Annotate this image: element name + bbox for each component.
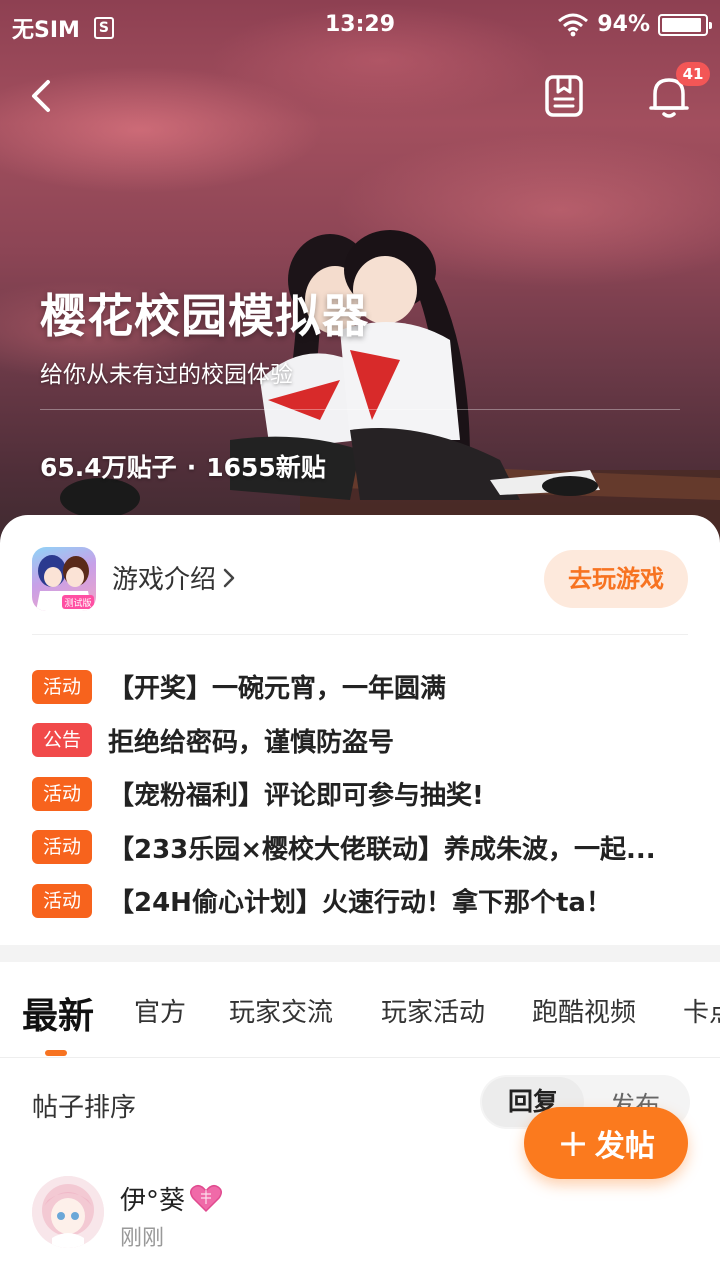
post-username: 伊°葵 <box>120 1186 186 1216</box>
chevron-right-icon <box>223 568 235 587</box>
avatar-image <box>32 1176 104 1248</box>
game-icon-badge: 测试版 <box>64 597 91 609</box>
notification-badge: 41 <box>676 62 710 86</box>
notice-title: 【24H偷心计划】火速行动！拿下那个ta！ <box>108 888 612 919</box>
tab-2[interactable]: 玩家交流 <box>229 992 333 1029</box>
notice-item[interactable]: 活动 【24H偷心计划】火速行动！拿下那个ta！ <box>32 874 682 928</box>
tab-5[interactable]: 卡点 <box>683 992 720 1029</box>
game-intro-link[interactable]: 游戏介绍 <box>112 559 236 596</box>
avatar[interactable] <box>32 1176 104 1248</box>
hero-divider <box>40 409 680 410</box>
post-time: 刚刚 <box>120 1226 165 1251</box>
card-divider <box>32 634 688 635</box>
stats-separator: · <box>186 453 197 482</box>
game-icon[interactable]: 测试版 <box>32 547 96 611</box>
tab-3[interactable]: 玩家活动 <box>381 992 485 1029</box>
plus-icon: + <box>557 1121 589 1165</box>
notice-item[interactable]: 公告 拒绝给密码，谨慎防盗号 <box>32 714 682 768</box>
tab-latest[interactable]: 最新 <box>22 987 94 1039</box>
archive-icon[interactable] <box>542 72 586 120</box>
new-post-button[interactable]: + 发帖 <box>524 1107 688 1179</box>
battery-percent: 94% <box>597 12 650 37</box>
new-posts-count: 1655新贴 <box>206 453 326 482</box>
activity-tag: 活动 <box>32 830 92 865</box>
posts-count: 65.4万贴子 <box>40 453 177 482</box>
sort-label: 帖子排序 <box>32 1093 137 1123</box>
notice-title: 【宠粉福利】评论即可参与抽奖! <box>108 781 484 812</box>
active-tab-indicator <box>45 1050 67 1056</box>
post-author[interactable]: 伊°葵 <box>120 1180 223 1217</box>
notice-item[interactable]: 活动 【233乐园×樱校大佬联动】养成朱波，一起... <box>32 821 682 875</box>
section-separator <box>0 945 720 962</box>
game-icon-art: 测试版 <box>36 555 94 611</box>
status-right: 94% <box>557 12 712 37</box>
wifi-icon <box>558 13 589 36</box>
activity-tag: 活动 <box>32 776 92 811</box>
notice-item[interactable]: 活动 【开奖】一碗元宵，一年圆满 <box>32 660 682 714</box>
announcement-tag: 公告 <box>32 723 92 758</box>
notice-list: 活动 【开奖】一碗元宵，一年圆满 公告 拒绝给密码，谨慎防盗号 活动 【宠粉福利】评论即可… <box>32 660 682 928</box>
notice-title: 【开奖】一碗元宵，一年圆满 <box>108 674 447 705</box>
tab-1[interactable]: 官方 <box>134 992 186 1029</box>
status-bar: 无SIM S 13:29 94% <box>0 0 720 50</box>
notice-item[interactable]: 活动 【宠粉福利】评论即可参与抽奖! <box>32 767 682 821</box>
forum-title: 樱花校园模拟器 <box>40 289 369 343</box>
category-tabs: 最新 官方 玩家交流 玩家活动 跑酷视频 卡点 <box>0 962 720 1058</box>
activity-tag: 活动 <box>32 669 92 704</box>
notice-title: 【233乐园×樱校大佬联动】养成朱波，一起... <box>108 834 656 865</box>
notice-title: 拒绝给密码，谨慎防盗号 <box>108 727 395 758</box>
battery-icon <box>658 13 712 36</box>
forum-stats: 65.4万贴子 · 1655新贴 <box>40 448 326 484</box>
new-post-label: 发帖 <box>594 1129 655 1164</box>
game-intro-label: 游戏介绍 <box>112 565 217 595</box>
battery-fill <box>662 17 702 32</box>
forum-info-card: 测试版 游戏介绍 去玩游戏 活动 【开奖】一碗元宵，一年圆满 公告 拒绝给密码，谨慎防… <box>0 515 720 945</box>
play-game-button[interactable]: 去玩游戏 <box>544 550 688 608</box>
forum-subtitle: 给你从未有过的校园体验 <box>40 362 293 388</box>
tab-4[interactable]: 跑酷视频 <box>532 992 636 1029</box>
activity-tag: 活动 <box>32 883 92 918</box>
heart-icon <box>190 1184 223 1212</box>
back-arrow-icon[interactable] <box>24 74 64 118</box>
